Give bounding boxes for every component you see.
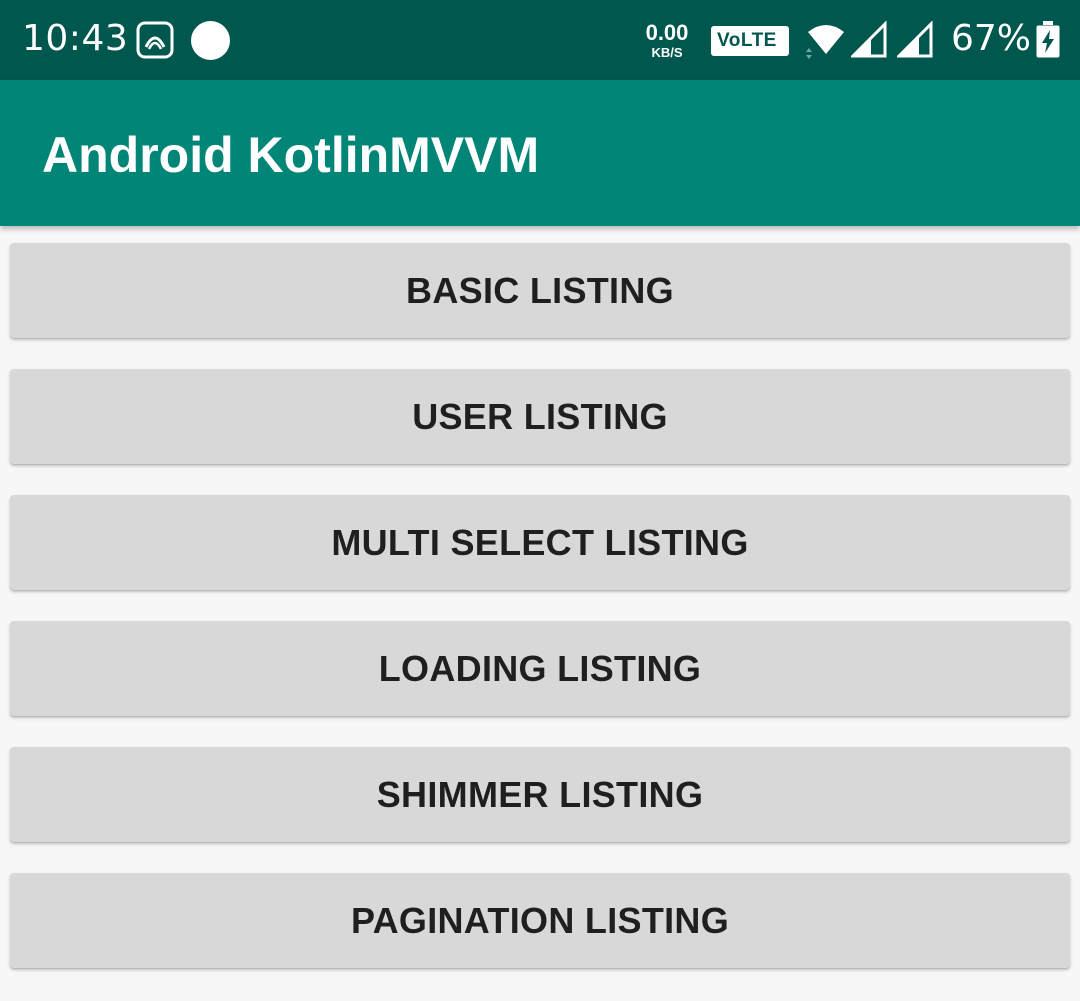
shimmer-listing-button[interactable]: SHIMMER LISTING xyxy=(10,747,1070,842)
network-speed-unit: KB/S xyxy=(651,45,683,60)
wifi-icon xyxy=(806,25,844,59)
battery-percentage: 67% xyxy=(951,18,1032,59)
notification-dot-icon xyxy=(191,21,230,60)
volte-badge: VoLTE xyxy=(711,26,789,56)
status-bar: 10:43 0.00 KB/S VoLTE 67% xyxy=(0,0,1080,80)
battery-charging-icon xyxy=(1036,21,1060,58)
app-title: Android KotlinMVVM xyxy=(42,127,540,183)
signal-icon xyxy=(851,20,887,58)
user-listing-button[interactable]: USER LISTING xyxy=(10,369,1070,464)
app-bar: Android KotlinMVVM xyxy=(0,80,1080,226)
status-time: 10:43 xyxy=(22,18,129,59)
multi-select-listing-button[interactable]: MULTI SELECT LISTING xyxy=(10,495,1070,590)
signal-icon xyxy=(897,20,933,58)
basic-listing-button[interactable]: BASIC LISTING xyxy=(10,243,1070,338)
network-speed: 0.00 KB/S xyxy=(640,20,694,60)
saavn-icon xyxy=(136,21,174,59)
loading-listing-button[interactable]: LOADING LISTING xyxy=(10,621,1070,716)
pagination-listing-button[interactable]: PAGINATION LISTING xyxy=(10,873,1070,968)
network-speed-value: 0.00 xyxy=(645,20,689,45)
